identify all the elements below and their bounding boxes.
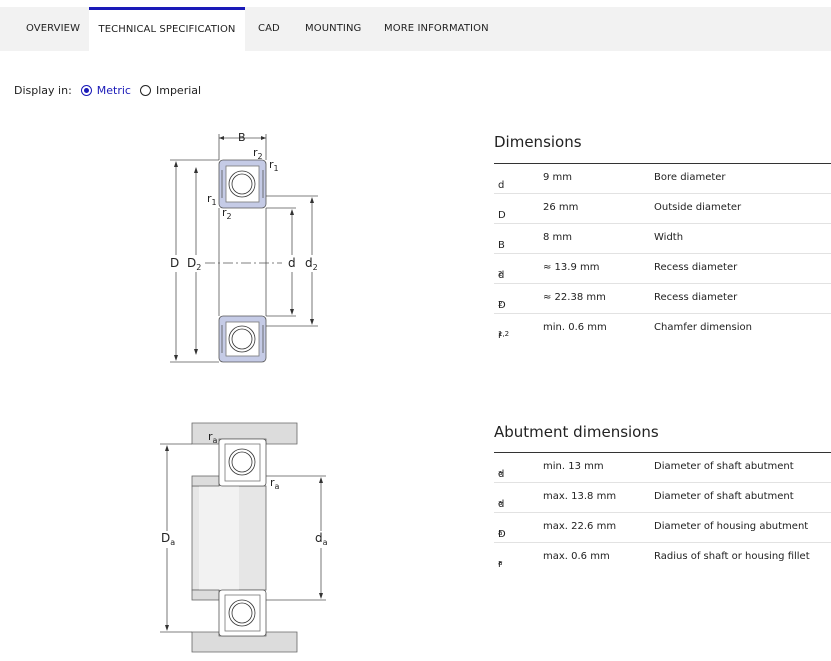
svg-text:D2: D2: [187, 256, 201, 272]
abutment-table: da min. 13 mm Diameter of shaft abutment…: [494, 452, 831, 572]
table-row: D2 ≈ 22.38 mm Recess diameter: [494, 284, 831, 314]
tab-mounting[interactable]: MOUNTING: [305, 7, 361, 51]
metric-label[interactable]: Metric: [97, 84, 131, 97]
svg-text:r2: r2: [253, 146, 263, 161]
table-row: Da max. 22.6 mm Diameter of housing abut…: [494, 513, 831, 543]
svg-text:ra: ra: [270, 476, 280, 491]
table-row: B 8 mm Width: [494, 224, 831, 254]
abutment-title: Abutment dimensions: [494, 423, 659, 441]
diagram2-label-d: d: [315, 531, 323, 545]
dimensions-title: Dimensions: [494, 133, 582, 151]
table-row: da max. 13.8 mm Diameter of shaft abutme…: [494, 483, 831, 513]
svg-text:d2: d2: [305, 256, 318, 272]
imperial-radio[interactable]: [139, 85, 151, 96]
metric-radio[interactable]: [80, 85, 92, 96]
table-row: r 1,2 min. 0.6 mm Chamfer dimension: [498, 322, 752, 341]
table-row: da min. 13 mm Diameter of shaft abutment: [494, 453, 831, 483]
svg-text:Da: Da: [161, 531, 175, 547]
svg-text:da: da: [315, 531, 328, 547]
table-row: ra max. 0.6 mm Radius of shaft or housin…: [498, 551, 810, 570]
display-label: Display in:: [14, 84, 72, 97]
svg-text:r1: r1: [269, 158, 279, 173]
tab-more-information[interactable]: MORE INFORMATION: [384, 7, 489, 51]
tab-cad[interactable]: CAD: [258, 7, 280, 51]
unit-selector: Display in: Metric Imperial: [14, 84, 201, 97]
svg-text:r1: r1: [207, 192, 217, 207]
imperial-label[interactable]: Imperial: [156, 84, 201, 97]
table-row: D 26 mm Outside diameter: [494, 194, 831, 224]
diagram1-label-B: B: [238, 131, 246, 144]
diagram1-label-d: d: [288, 256, 296, 270]
tab-technical-specification[interactable]: TECHNICAL SPECIFICATION: [89, 7, 245, 51]
diagram2-label-D: D: [161, 531, 170, 545]
table-row: d2 ≈ 13.9 mm Recess diameter: [494, 254, 831, 284]
table-row: d 9 mm Bore diameter: [494, 164, 831, 194]
dimensions-table: d 9 mm Bore diameter D 26 mm Outside dia…: [494, 163, 831, 343]
bearing-dimensions-diagram: B r2 r1 r1 r2 D D2 d d2: [170, 131, 318, 363]
tab-bar: OVERVIEW TECHNICAL SPECIFICATION CAD MOU…: [0, 7, 831, 51]
tab-overview[interactable]: OVERVIEW: [26, 7, 80, 51]
diagram1-label-D: D: [170, 256, 179, 270]
abutment-dimensions-diagram: ra ra Da da: [160, 422, 328, 653]
